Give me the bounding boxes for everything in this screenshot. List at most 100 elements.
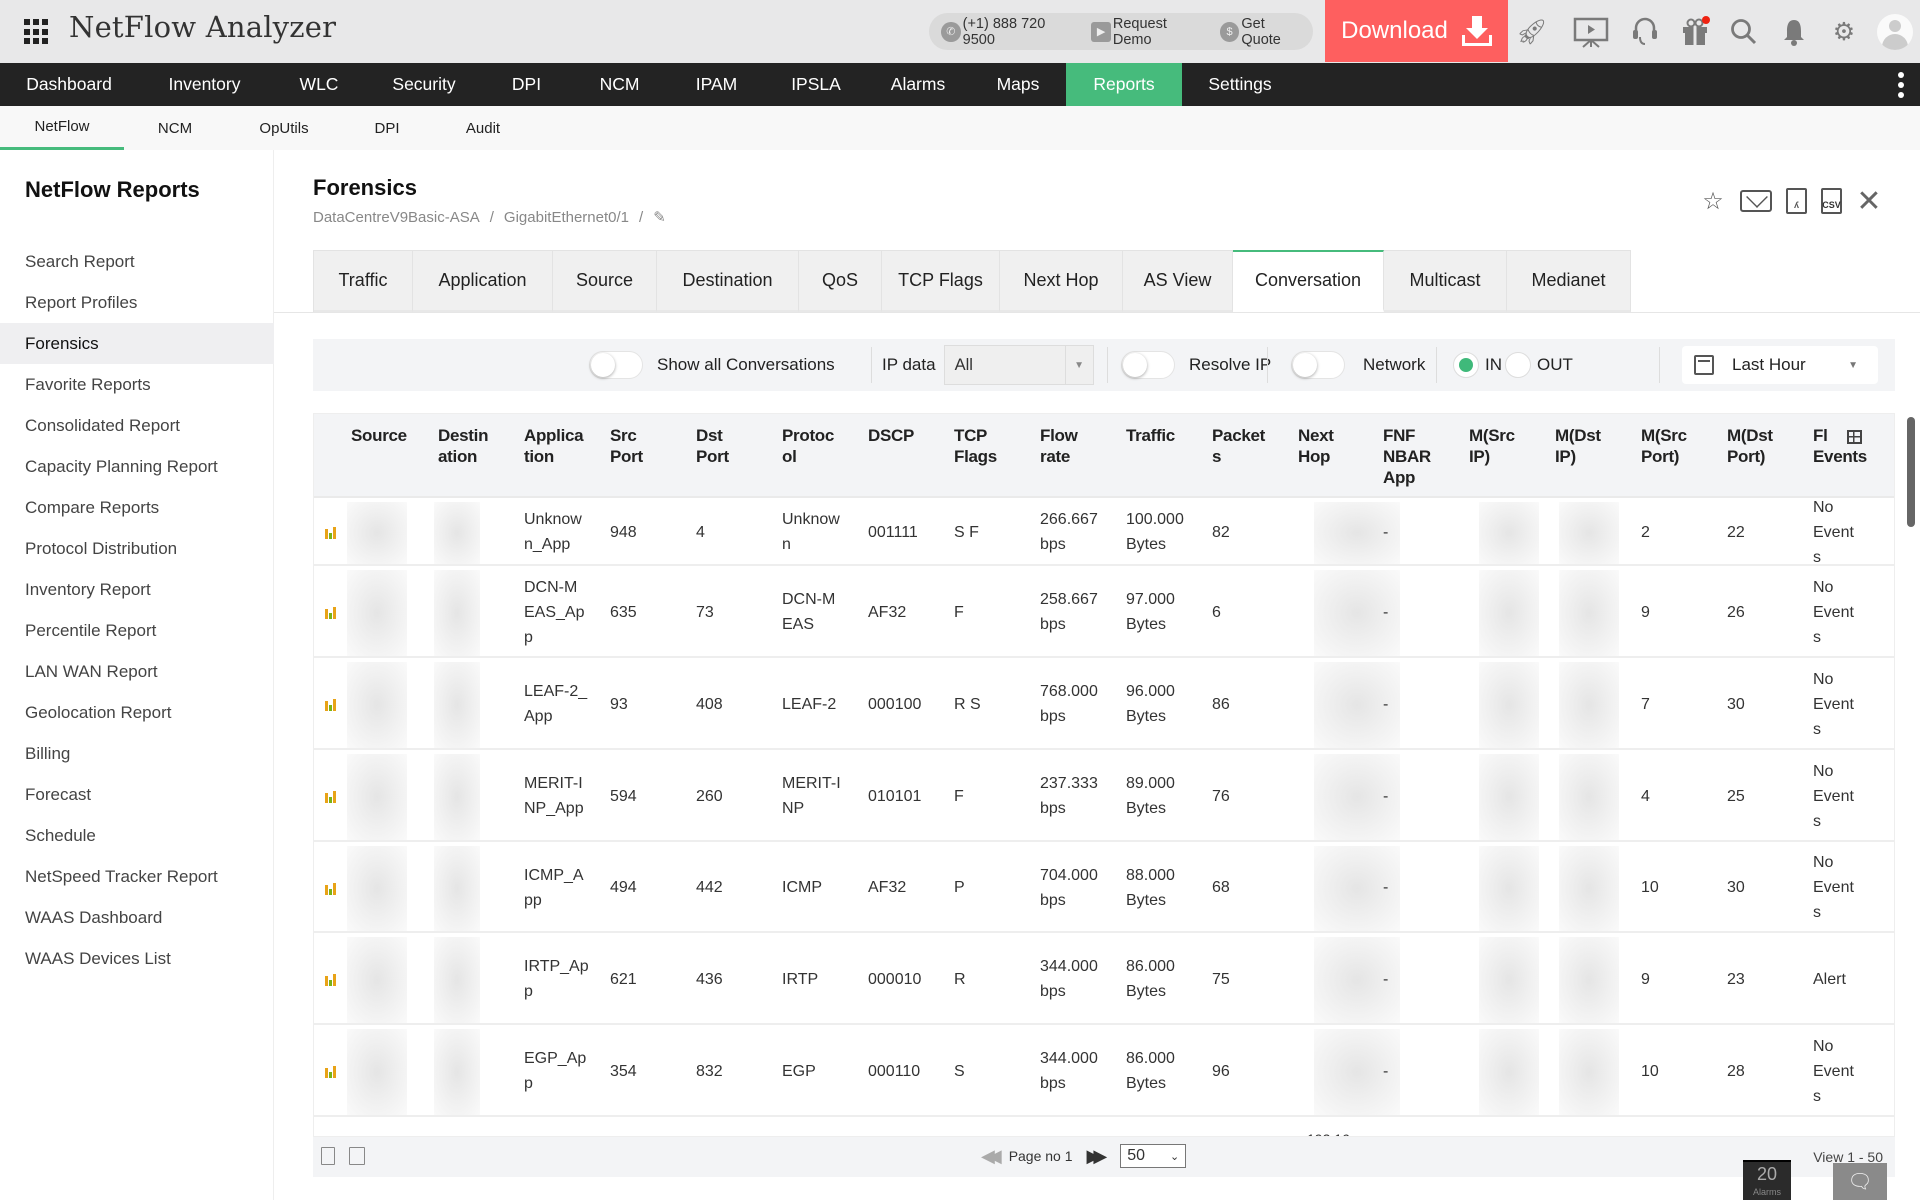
table-row[interactable]: MERIT-I NP_App 594 260 MERIT-I NP 010101 F 237.3…: [314, 750, 1894, 842]
get-quote-link[interactable]: $ Get Quote: [1219, 16, 1307, 48]
table-scrollbar[interactable]: [1907, 417, 1915, 527]
chat-icon[interactable]: 🗨: [1833, 1163, 1887, 1200]
breadcrumb-interface[interactable]: GigabitEthernet0/1: [504, 209, 629, 226]
email-icon[interactable]: [1740, 190, 1772, 212]
sidebar-item-protocol-distribution[interactable]: Protocol Distribution: [0, 528, 274, 569]
subnav-ncm[interactable]: NCM: [134, 106, 216, 150]
column-header[interactable]: TCP Flags: [954, 425, 1034, 467]
toggle-switch[interactable]: [1291, 351, 1345, 379]
sidebar-item-netspeed-tracker[interactable]: NetSpeed Tracker Report: [0, 856, 274, 897]
traffic-bar-icon[interactable]: [325, 699, 336, 711]
radio-button[interactable]: [1505, 352, 1531, 378]
nav-maps[interactable]: Maps: [970, 63, 1066, 106]
gear-icon[interactable]: ⚙: [1828, 16, 1860, 48]
column-header[interactable]: M(Src Port): [1641, 425, 1721, 467]
column-header[interactable]: Flow rate: [1040, 425, 1120, 467]
tab-multicast[interactable]: Multicast: [1384, 251, 1507, 313]
nav-inventory[interactable]: Inventory: [138, 63, 271, 106]
download-button[interactable]: Download: [1325, 0, 1508, 62]
show-all-conversations-toggle[interactable]: Show all Conversations: [589, 339, 835, 391]
table-row[interactable]: IRTP_Ap p 621 436 IRTP 000010 R 344.000 bps 86.00…: [314, 933, 1894, 1025]
previous-page-icon[interactable]: ◀◀: [981, 1146, 1002, 1167]
page-size-select[interactable]: 50 ⌄: [1120, 1144, 1187, 1168]
column-header[interactable]: Protoc ol: [782, 425, 862, 467]
sidebar-item-waas-devices-list[interactable]: WAAS Devices List: [0, 938, 274, 979]
nav-alarms[interactable]: Alarms: [866, 63, 970, 106]
sidebar-item-search-report[interactable]: Search Report: [0, 241, 274, 282]
sidebar-item-favorite-reports[interactable]: Favorite Reports: [0, 364, 274, 405]
breadcrumb-device[interactable]: DataCentreV9Basic-ASA: [313, 209, 480, 226]
table-row[interactable]: Unknow n_App 948 4 Unknow n 001111 S F 266.667 bp…: [314, 498, 1894, 566]
search-icon[interactable]: [1728, 16, 1760, 48]
resolve-ip-toggle[interactable]: Resolve IP: [1121, 339, 1271, 391]
subnav-oputils[interactable]: OpUtils: [240, 106, 328, 150]
pdf-icon[interactable]: ʎ: [1786, 188, 1807, 214]
nav-ipam[interactable]: IPAM: [667, 63, 766, 106]
column-header[interactable]: Dst Port: [696, 425, 776, 467]
sidebar-item-percentile-report[interactable]: Percentile Report: [0, 610, 274, 651]
nav-ipsla[interactable]: IPSLA: [766, 63, 866, 106]
subnav-netflow[interactable]: NetFlow: [0, 106, 124, 150]
request-demo-link[interactable]: ▶ Request Demo: [1091, 16, 1207, 48]
edit-icon[interactable]: ✎: [653, 208, 666, 226]
column-chooser-icon[interactable]: [1847, 430, 1862, 444]
radio-button[interactable]: [1453, 352, 1479, 378]
traffic-bar-icon[interactable]: [325, 1066, 336, 1078]
sidebar-item-lan-wan-report[interactable]: LAN WAN Report: [0, 651, 274, 692]
column-header[interactable]: Next Hop: [1298, 425, 1378, 467]
column-header[interactable]: FNF NBAR App: [1383, 425, 1463, 488]
column-header[interactable]: Packet s: [1212, 425, 1292, 467]
tab-medianet[interactable]: Medianet: [1507, 251, 1631, 313]
apps-grid-icon[interactable]: [24, 19, 50, 45]
column-header[interactable]: M(Dst Port): [1727, 425, 1807, 467]
sidebar-item-compare-reports[interactable]: Compare Reports: [0, 487, 274, 528]
table-row[interactable]: ICMP_A pp 494 442 ICMP AF32 P 704.000 bps 88.000 B…: [314, 842, 1894, 933]
time-period-select[interactable]: Last Hour ▼: [1682, 346, 1878, 384]
column-header[interactable]: M(Dst IP): [1555, 425, 1635, 467]
calculator-icon[interactable]: [321, 1147, 335, 1165]
traffic-bar-icon[interactable]: [325, 974, 336, 986]
headset-icon[interactable]: [1629, 16, 1661, 48]
sidebar-item-waas-dashboard[interactable]: WAAS Dashboard: [0, 897, 274, 938]
alarms-badge[interactable]: 20 Alarms: [1743, 1160, 1791, 1200]
traffic-bar-icon[interactable]: [325, 882, 336, 895]
direction-out-radio[interactable]: OUT: [1505, 339, 1573, 391]
sidebar-item-geolocation-report[interactable]: Geolocation Report: [0, 692, 274, 733]
column-header[interactable]: M(Src IP): [1469, 425, 1549, 467]
subnav-audit[interactable]: Audit: [450, 106, 516, 150]
sidebar-item-billing[interactable]: Billing: [0, 733, 274, 774]
toggle-switch[interactable]: [589, 351, 643, 379]
tab-qos[interactable]: QoS: [799, 251, 882, 313]
sidebar-item-report-profiles[interactable]: Report Profiles: [0, 282, 274, 323]
more-options-icon[interactable]: [1898, 72, 1904, 98]
traffic-bar-icon[interactable]: [325, 791, 336, 803]
sidebar-item-consolidated-report[interactable]: Consolidated Report: [0, 405, 274, 446]
sidebar-item-forensics[interactable]: Forensics: [0, 323, 274, 364]
excel-export-icon[interactable]: [349, 1147, 365, 1165]
table-row[interactable]: DCN-M EAS_Ap p 635 73 DCN-M EAS AF32 F 258.667 bps…: [314, 566, 1894, 658]
table-row[interactable]: LEAF-2_ App 93 408 LEAF-2 000100 R S 768.000 bps…: [314, 658, 1894, 750]
user-avatar[interactable]: [1877, 14, 1913, 50]
tab-conversation[interactable]: Conversation: [1233, 250, 1384, 312]
sidebar-item-inventory-report[interactable]: Inventory Report: [0, 569, 274, 610]
presentation-icon[interactable]: [1571, 16, 1611, 48]
column-header[interactable]: DSCP: [868, 425, 948, 446]
tab-application[interactable]: Application: [413, 251, 553, 313]
sidebar-item-capacity-planning[interactable]: Capacity Planning Report: [0, 446, 274, 487]
favorite-star-icon[interactable]: ☆: [1700, 188, 1726, 215]
nav-security[interactable]: Security: [367, 63, 481, 106]
tab-destination[interactable]: Destination: [657, 251, 799, 313]
column-header[interactable]: Traffic: [1126, 425, 1206, 446]
toggle-switch[interactable]: [1121, 351, 1175, 379]
column-header[interactable]: Applica tion: [524, 425, 604, 467]
column-header[interactable]: Source: [351, 425, 431, 446]
rocket-icon[interactable]: 🚀︎: [1516, 16, 1548, 48]
bell-icon[interactable]: [1778, 16, 1810, 48]
direction-in-radio[interactable]: IN: [1453, 339, 1502, 391]
column-header[interactable]: Destin ation: [438, 425, 518, 467]
ip-data-select[interactable]: All ▼: [943, 345, 1094, 385]
nav-dashboard[interactable]: Dashboard: [0, 63, 138, 106]
tab-as-view[interactable]: AS View: [1123, 251, 1233, 313]
nav-wlc[interactable]: WLC: [271, 63, 367, 106]
tab-next-hop[interactable]: Next Hop: [1000, 251, 1123, 313]
